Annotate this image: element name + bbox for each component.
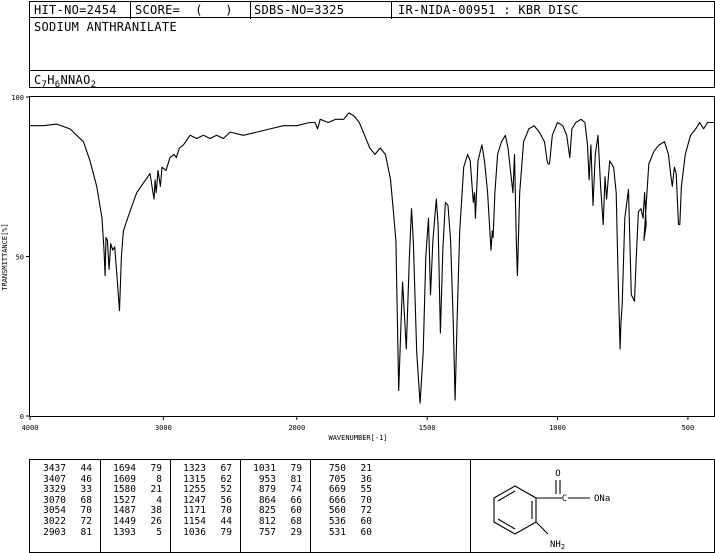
peak-wavenumber: 531	[328, 526, 346, 538]
peak-transmittance: 29	[290, 526, 302, 538]
amine-bond	[535, 521, 549, 535]
peak-wavenumber: 1393	[113, 526, 136, 538]
ona-label: ONa	[594, 494, 610, 504]
peak-transmittance: 60	[360, 526, 372, 538]
x-tick-label: 3000	[155, 424, 172, 432]
peak-column-divider	[170, 460, 171, 552]
benzene-ring	[493, 485, 537, 535]
peak-wavenumber: 757	[258, 526, 276, 538]
x-axis: 4000 3000 2000 1500 1000 500	[22, 416, 695, 432]
peak-transmittance: 79	[220, 526, 232, 538]
x-tick-label: 500	[682, 424, 695, 432]
y-tick-label: 0	[20, 413, 24, 421]
x-tick-label: 4000	[22, 424, 39, 432]
y-axis: 0 50 100	[11, 94, 30, 421]
x-tick-label: 1000	[549, 424, 566, 432]
peak-table: 3437 44 3407 46 3329 33 3070 68 3054 70 3022 72 2903…	[30, 460, 470, 552]
y-tick-label: 100	[11, 94, 24, 102]
structure-diagram: O C ONa NH2	[493, 469, 610, 551]
peak-wavenumber: 2903	[43, 526, 66, 538]
peak-column-divider	[310, 460, 311, 552]
peak-column-divider	[100, 460, 101, 552]
ring-double-bond-3	[497, 518, 516, 530]
carbon-dot: C	[562, 494, 567, 504]
spectrum-line	[30, 112, 714, 404]
x-tick-label: 1500	[419, 424, 436, 432]
structure-divider	[470, 460, 471, 552]
x-tick-label: 2000	[288, 424, 305, 432]
x-axis-label: WAVENUMBER[-1]	[328, 434, 387, 442]
y-axis-label: TRANSMITTANCE[%]	[1, 223, 9, 290]
ring-double-bond-1	[497, 490, 516, 502]
ir-spectrum-chart: 0 50 100 4000 3000 2000 1500 1000 500 WAVENUMBE…	[1, 94, 715, 442]
peak-transmittance: 5	[156, 526, 162, 538]
plot-frame	[29, 96, 715, 417]
peak-transmittance: 81	[80, 526, 92, 538]
peak-table-box: 3437 44 3407 46 3329 33 3070 68 3054 70 3022 72 2903…	[29, 459, 715, 553]
peak-wavenumber: 1036	[183, 526, 206, 538]
carbonyl-o-label: O	[555, 469, 560, 479]
peak-column-divider	[240, 460, 241, 552]
nh2-label: NH2	[550, 540, 565, 551]
y-tick-label: 50	[16, 254, 24, 262]
